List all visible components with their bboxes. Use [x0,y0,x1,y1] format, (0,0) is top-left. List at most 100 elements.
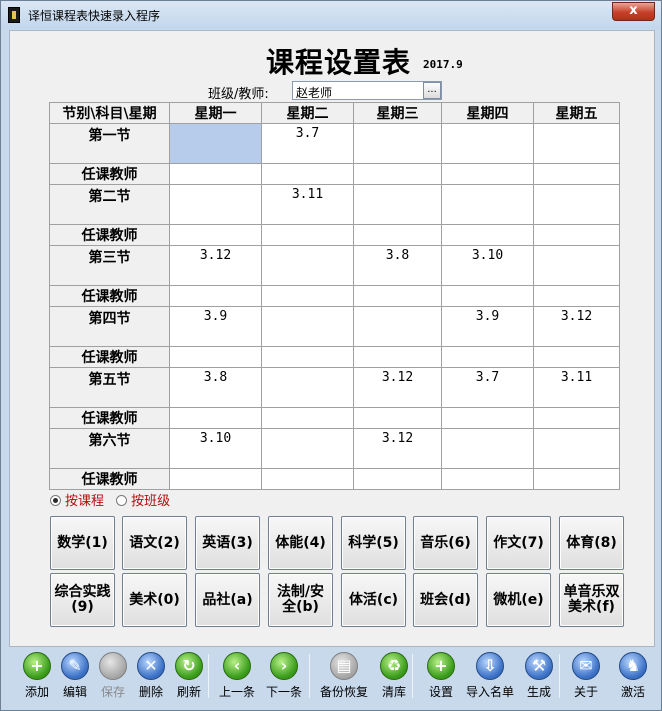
course-cell[interactable]: 3.12 [353,367,442,408]
course-cell[interactable] [261,306,354,347]
course-cell[interactable] [353,306,442,347]
teacher-cell[interactable] [261,346,354,368]
teacher-cell[interactable] [533,407,620,429]
subject-button-morality[interactable]: 品社(a) [195,573,260,627]
teacher-cell[interactable] [261,224,354,246]
subject-button-sports-activity[interactable]: 体活(c) [341,573,406,627]
course-cell[interactable] [533,184,620,225]
subject-button-music[interactable]: 音乐(6) [413,516,478,570]
course-cell[interactable]: 3.9 [441,306,534,347]
teacher-cell[interactable] [261,163,354,185]
close-button[interactable]: x [612,2,655,21]
activate-button[interactable]: ♞ 激活 [609,650,657,702]
course-cell[interactable] [533,123,620,164]
course-cell[interactable]: 3.10 [441,245,534,286]
course-cell[interactable] [441,123,534,164]
course-cell[interactable]: 3.11 [533,367,620,408]
course-cell[interactable]: 3.9 [169,306,262,347]
course-cell[interactable] [169,123,262,164]
course-cell[interactable] [441,184,534,225]
course-cell[interactable] [261,428,354,469]
course-cell[interactable] [169,184,262,225]
backup-restore-button[interactable]: ▤ 备份恢复 [320,650,368,702]
course-cell[interactable]: 3.7 [261,123,354,164]
teacher-cell[interactable] [441,468,534,490]
course-cell[interactable]: 3.12 [533,306,620,347]
teacher-cell[interactable] [533,468,620,490]
refresh-button[interactable]: ↻ 刷新 [165,650,213,702]
course-cell[interactable] [261,245,354,286]
course-cell[interactable]: 3.12 [169,245,262,286]
settings-button[interactable]: + 设置 [417,650,465,702]
subject-button-computer[interactable]: 微机(e) [486,573,551,627]
users-icon: ♞ [619,652,647,680]
teacher-label: 任课教师 [49,346,170,368]
title-bar[interactable]: 译恒课程表快速录入程序 x [1,1,661,29]
course-cell[interactable]: 3.8 [353,245,442,286]
course-cell[interactable]: 3.12 [353,428,442,469]
teacher-cell[interactable] [353,285,442,307]
teacher-cell[interactable] [261,407,354,429]
teacher-cell[interactable] [441,407,534,429]
course-cell[interactable] [533,245,620,286]
course-cell[interactable] [441,428,534,469]
teacher-cell[interactable] [261,468,354,490]
course-cell[interactable]: 3.11 [261,184,354,225]
teacher-cell[interactable] [533,163,620,185]
course-cell[interactable]: 3.7 [441,367,534,408]
class-teacher-field[interactable]: 赵老师 [292,81,442,100]
teacher-cell[interactable] [353,224,442,246]
next-button[interactable]: › 下一条 [260,650,308,702]
subject-button-music-art-alt[interactable]: 单音乐双美术(f) [559,573,624,627]
teacher-cell[interactable] [169,285,262,307]
teacher-cell[interactable] [169,407,262,429]
teacher-cell[interactable] [169,163,262,185]
teacher-cell[interactable] [353,163,442,185]
teacher-cell[interactable] [169,224,262,246]
teacher-cell[interactable] [441,285,534,307]
subject-button-math[interactable]: 数学(1) [50,516,115,570]
teacher-cell[interactable] [169,346,262,368]
teacher-label: 任课教师 [49,163,170,185]
course-cell[interactable]: 3.10 [169,428,262,469]
period-label: 第三节 [49,245,170,286]
subject-button-english[interactable]: 英语(3) [195,516,260,570]
browse-button[interactable]: ... [423,82,441,99]
radio-icon[interactable] [50,495,61,506]
subject-button-practice[interactable]: 综合实践(9) [50,573,115,627]
subject-button-art[interactable]: 美术(0) [122,573,187,627]
teacher-cell[interactable] [261,285,354,307]
subject-button-science[interactable]: 科学(5) [341,516,406,570]
subject-button-law-safety[interactable]: 法制/安全(b) [268,573,333,627]
import-list-button[interactable]: ⇩ 导入名单 [466,650,514,702]
teacher-cell[interactable] [441,346,534,368]
subject-button-composition[interactable]: 作文(7) [486,516,551,570]
subject-button-pe[interactable]: 体育(8) [559,516,624,570]
teacher-cell[interactable] [353,407,442,429]
teacher-cell[interactable] [533,285,620,307]
arrow-left-icon: ‹ [223,652,251,680]
course-cell[interactable] [261,367,354,408]
mode-by-course-option[interactable]: 按课程 [50,494,104,509]
subject-button-class-meeting[interactable]: 班会(d) [413,573,478,627]
teacher-cell[interactable] [533,346,620,368]
teacher-cell[interactable] [169,468,262,490]
radio-icon[interactable] [116,495,128,506]
day-header: 星期四 [441,102,534,124]
teacher-cell[interactable] [533,224,620,246]
teacher-row: 任课教师 [49,163,620,185]
course-cell[interactable]: 3.8 [169,367,262,408]
teacher-cell[interactable] [441,224,534,246]
teacher-cell[interactable] [353,468,442,490]
course-cell[interactable] [533,428,620,469]
subject-button-fitness[interactable]: 体能(4) [268,516,333,570]
teacher-cell[interactable] [441,163,534,185]
period-row: 第三节 3.12 3.8 3.10 [49,245,620,286]
course-cell[interactable] [353,184,442,225]
teacher-cell[interactable] [353,346,442,368]
mode-by-class-option[interactable]: 按班级 [116,494,170,509]
teacher-label: 任课教师 [49,407,170,429]
subject-button-chinese[interactable]: 语文(2) [122,516,187,570]
course-cell[interactable] [353,123,442,164]
app-window: 译恒课程表快速录入程序 x 课程设置表 2017.9 班级/教师: 赵老师 ..… [0,0,662,711]
